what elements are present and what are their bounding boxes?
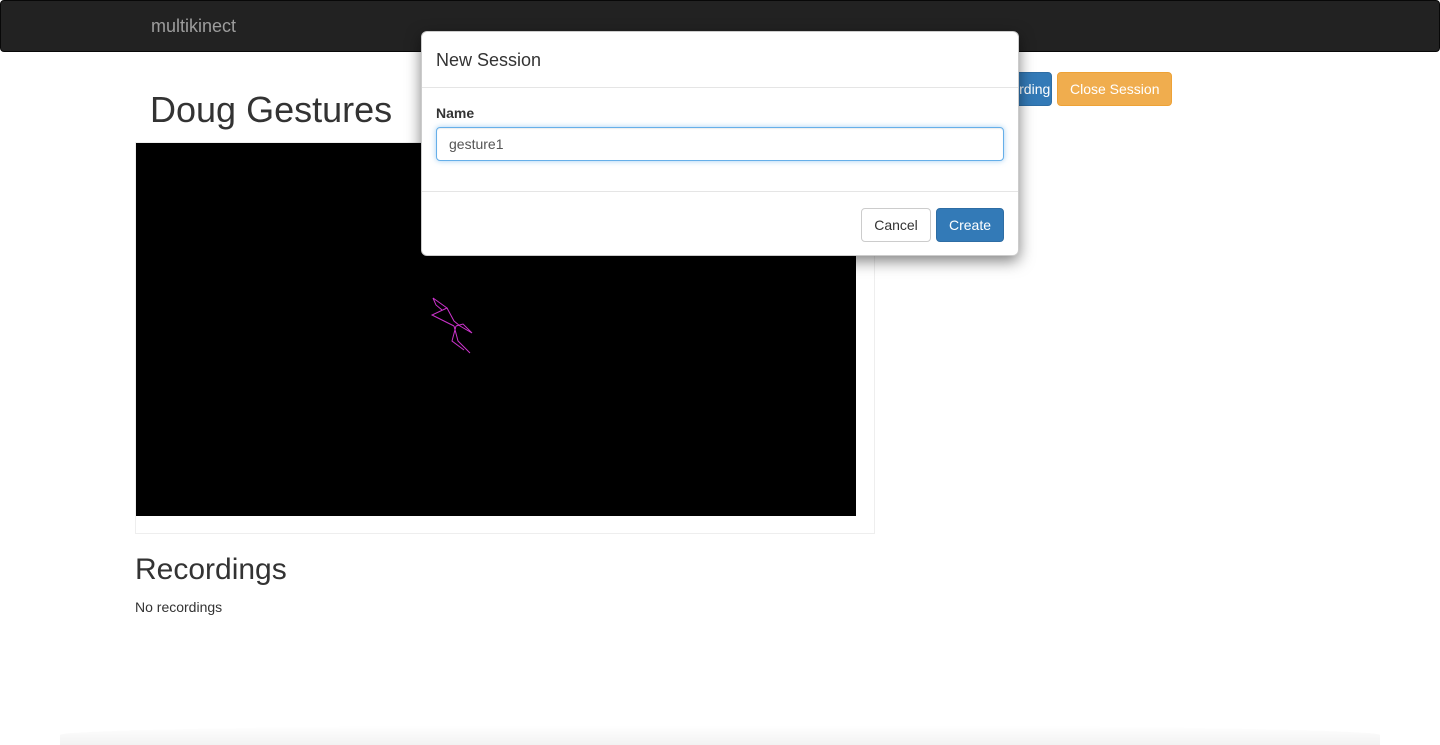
recordings-heading: Recordings [135, 553, 287, 586]
session-name-input[interactable] [436, 127, 1004, 161]
footer-shadow [60, 725, 1380, 745]
close-session-button[interactable]: Close Session [1057, 72, 1172, 106]
skeleton-limb [446, 307, 473, 334]
modal-header: New Session [422, 32, 1018, 88]
recordings-empty-text: No recordings [135, 599, 223, 615]
navbar-brand[interactable]: multikinect [151, 16, 236, 36]
modal-footer: Cancel Create [422, 191, 1018, 256]
name-label: Name [436, 105, 475, 121]
create-button[interactable]: Create [936, 208, 1004, 242]
cancel-button[interactable]: Cancel [861, 208, 931, 242]
page-title: Doug Gestures [150, 89, 393, 130]
modal-title: New Session [436, 50, 542, 70]
skeleton-limb [451, 325, 465, 351]
new-session-modal: New Session Name Cancel Create [421, 31, 1019, 256]
